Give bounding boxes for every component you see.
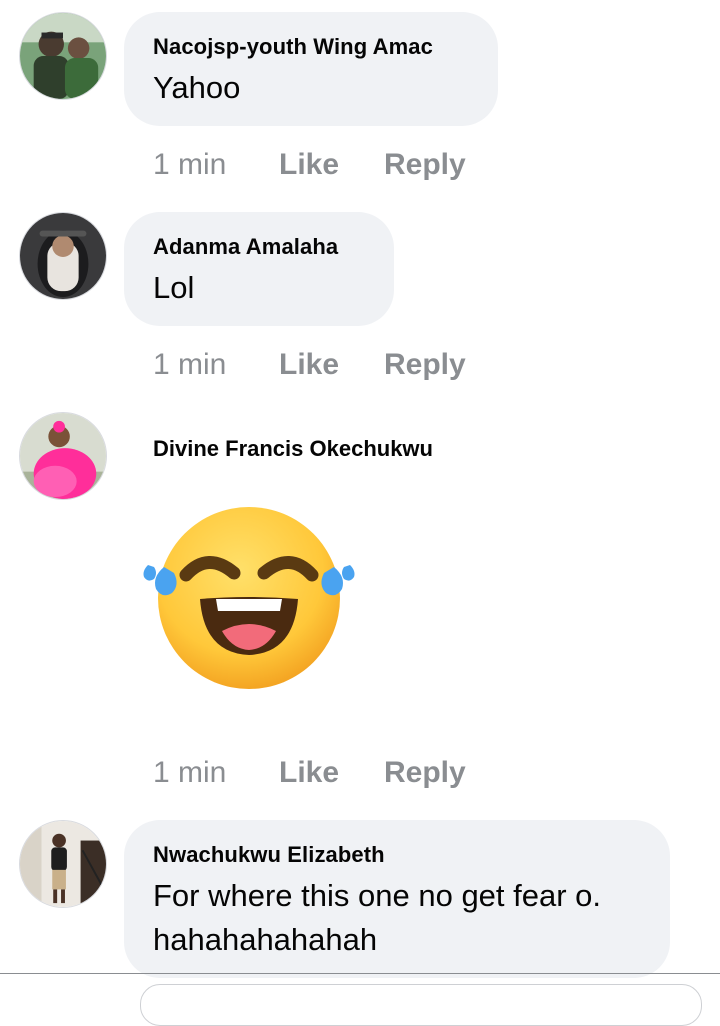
comment-author[interactable]: Nwachukwu Elizabeth bbox=[153, 840, 640, 870]
avatar[interactable] bbox=[19, 212, 107, 300]
comment-author[interactable]: Nacojsp-youth Wing Amac bbox=[153, 32, 468, 62]
comment-input[interactable] bbox=[140, 984, 702, 1026]
comment-time[interactable]: 1 min bbox=[153, 756, 279, 790]
avatar[interactable] bbox=[19, 412, 107, 500]
comment-text: Lol bbox=[153, 270, 195, 305]
profile-photo-icon bbox=[20, 413, 106, 499]
comment-author[interactable]: Divine Francis Okechukwu bbox=[153, 434, 433, 464]
comment-bubble: Nwachukwu Elizabeth For where this one n… bbox=[124, 820, 670, 978]
like-button[interactable]: Like bbox=[279, 756, 384, 790]
laughing-tears-emoji-icon bbox=[142, 505, 356, 691]
comment-actions: 1 min Like Reply bbox=[153, 756, 466, 790]
avatar[interactable] bbox=[19, 12, 107, 100]
comment-time[interactable]: 1 min bbox=[153, 348, 279, 382]
profile-photo-icon bbox=[20, 13, 106, 99]
like-button[interactable]: Like bbox=[279, 148, 384, 182]
like-button[interactable]: Like bbox=[279, 348, 384, 382]
comment-bubble: Adanma Amalaha Lol bbox=[124, 212, 394, 326]
comment-text-line: hahahahahahah bbox=[153, 922, 378, 957]
divider bbox=[0, 973, 720, 974]
reply-button[interactable]: Reply bbox=[384, 756, 466, 790]
comment-time[interactable]: 1 min bbox=[153, 148, 279, 182]
profile-photo-icon bbox=[20, 213, 106, 299]
reply-button[interactable]: Reply bbox=[384, 348, 466, 382]
comment-text-line: For where this one no get fear o. bbox=[153, 878, 602, 913]
comment-text: Yahoo bbox=[153, 70, 241, 105]
comment-bubble: Nacojsp-youth Wing Amac Yahoo bbox=[124, 12, 498, 126]
reply-button[interactable]: Reply bbox=[384, 148, 466, 182]
comment-text: For where this one no get fear o. hahaha… bbox=[153, 874, 640, 962]
avatar[interactable] bbox=[19, 820, 107, 908]
profile-photo-icon bbox=[20, 821, 106, 907]
comment-author[interactable]: Adanma Amalaha bbox=[153, 232, 364, 262]
comment-actions: 1 min Like Reply bbox=[153, 348, 466, 382]
comment-actions: 1 min Like Reply bbox=[153, 148, 466, 182]
